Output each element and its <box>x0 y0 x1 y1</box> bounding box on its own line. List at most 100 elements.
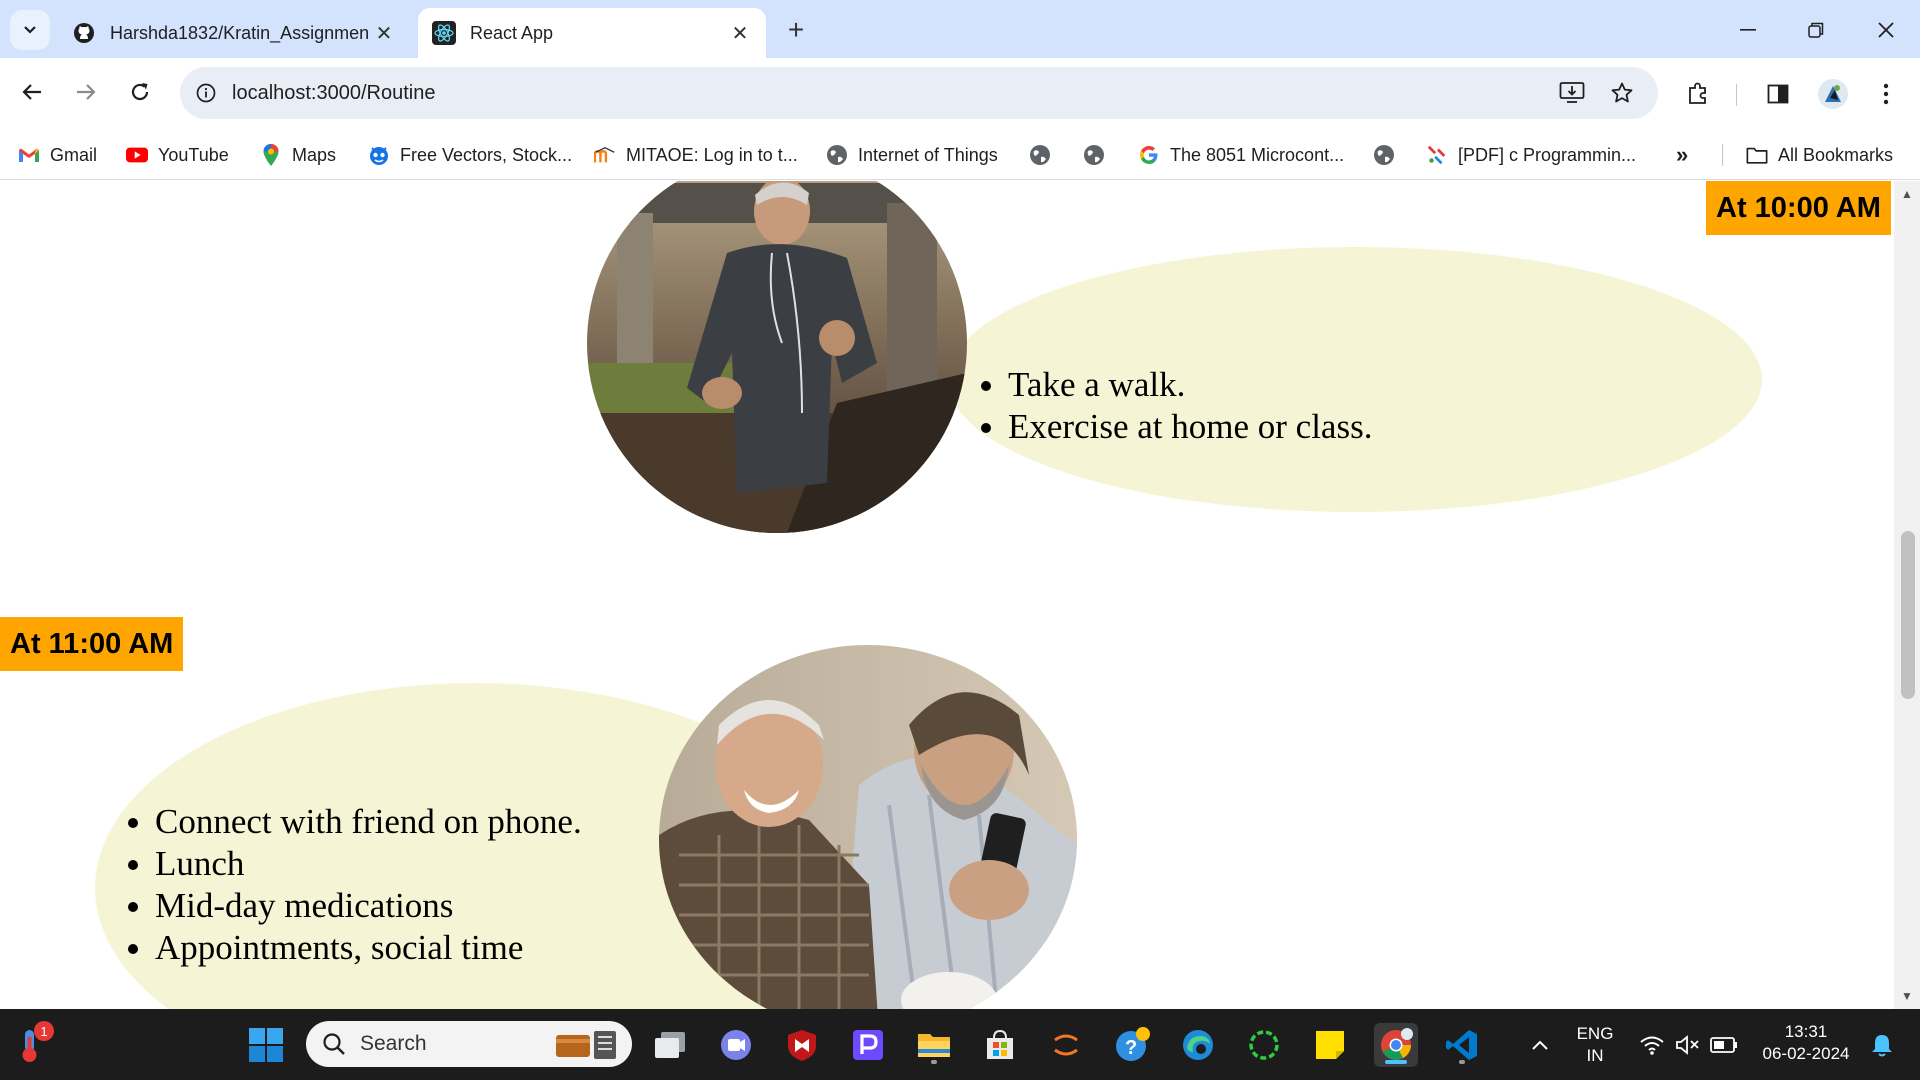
page-scrollbar[interactable]: ▲ ▼ <box>1894 181 1920 1009</box>
battery-icon[interactable] <box>1702 1023 1746 1067</box>
time-badge-11am: At 11:00 AM <box>0 617 184 671</box>
profile-avatar[interactable] <box>1813 74 1853 114</box>
moodle-icon <box>594 144 616 166</box>
bookmark-mitaoe[interactable]: MITAOE: Log in to t... <box>594 138 798 172</box>
language-code: ENG <box>1576 1024 1614 1043</box>
man-jogging-photo <box>587 181 967 533</box>
url-text: localhost:3000/Routine <box>232 81 436 104</box>
region-code: IN <box>1586 1046 1604 1065</box>
sticky-notes-icon[interactable] <box>1308 1023 1352 1067</box>
address-bar[interactable]: localhost:3000/Routine <box>180 67 1658 119</box>
close-tab-icon[interactable]: ✕ <box>728 21 752 45</box>
windows-logo-icon <box>249 1028 283 1062</box>
tab-title: React App <box>470 22 554 43</box>
bookmark-freepik[interactable]: Free Vectors, Stock... <box>368 138 572 172</box>
bookmark-youtube[interactable]: YouTube <box>126 138 229 172</box>
task-view-icon[interactable] <box>648 1023 692 1067</box>
new-tab-button[interactable]: + <box>780 14 812 46</box>
tab-github[interactable]: Harshda1832/Kratin_Assignmen ✕ <box>58 8 410 58</box>
scroll-down-arrow-icon[interactable]: ▼ <box>1894 989 1920 1003</box>
scrollbar-thumb[interactable] <box>1901 531 1915 699</box>
menu-dots-icon[interactable] <box>1866 74 1906 114</box>
chat-app-icon[interactable] <box>714 1023 758 1067</box>
close-tab-icon[interactable]: ✕ <box>372 21 396 45</box>
folder-icon <box>1746 144 1768 166</box>
bookmarks-divider <box>1722 144 1723 166</box>
back-icon[interactable] <box>14 74 50 110</box>
chrome-taskbar-icon[interactable] <box>1374 1023 1418 1067</box>
clock[interactable]: 13:31 06-02-2024 <box>1752 1021 1860 1065</box>
vscode-icon[interactable] <box>1440 1023 1484 1067</box>
bookmark-c-programming[interactable]: [PDF] c Programmin... <box>1426 138 1636 172</box>
react-icon <box>432 21 456 45</box>
youtube-icon <box>126 144 148 166</box>
activity-item: Lunch <box>155 843 582 885</box>
bookmark-8051[interactable]: The 8051 Microcont... <box>1138 138 1344 172</box>
notification-bell-icon[interactable] <box>1860 1023 1904 1067</box>
scroll-up-arrow-icon[interactable]: ▲ <box>1894 187 1920 201</box>
bookmark-label: YouTube <box>158 144 229 165</box>
microsoft-store-icon[interactable] <box>978 1023 1022 1067</box>
clock-date: 06-02-2024 <box>1762 1044 1850 1063</box>
taskbar-search-box[interactable]: Search <box>306 1021 632 1067</box>
friends-on-phone-photo <box>659 645 1077 1009</box>
maps-icon <box>260 144 282 166</box>
bookmark-gmail[interactable]: Gmail <box>18 138 97 172</box>
activity-item: Connect with friend on phone. <box>155 801 582 843</box>
freepik-icon <box>368 144 390 166</box>
pdf-bookmark-icon <box>1426 144 1448 166</box>
close-window-icon[interactable] <box>1862 8 1910 52</box>
activity-list-11am: Connect with friend on phone. Lunch Mid-… <box>125 801 582 969</box>
bookmark-star-icon[interactable] <box>1604 75 1640 111</box>
bookmark-label: [PDF] c Programmin... <box>1458 144 1637 165</box>
bookmark-globe-3[interactable] <box>1373 138 1405 172</box>
search-icon <box>323 1033 345 1055</box>
bookmark-label: Free Vectors, Stock... <box>400 144 573 165</box>
forward-icon[interactable] <box>68 74 104 110</box>
search-placeholder: Search <box>360 1032 427 1055</box>
globe-icon <box>1083 144 1105 166</box>
google-icon <box>1138 144 1160 166</box>
show-hidden-icons-chevron[interactable] <box>1518 1023 1562 1067</box>
chevron-down-icon <box>24 26 36 34</box>
reload-icon[interactable] <box>122 74 158 110</box>
site-info-icon[interactable] <box>180 67 232 119</box>
language-indicator[interactable]: ENG IN <box>1570 1023 1620 1067</box>
toolbar-divider <box>1736 84 1737 106</box>
all-bookmarks-label: All Bookmarks <box>1778 144 1894 165</box>
svg-text:?: ? <box>1125 1037 1137 1059</box>
minimize-icon[interactable] <box>1724 8 1772 52</box>
globe-icon <box>1373 144 1395 166</box>
bookmark-iot[interactable]: Internet of Things <box>826 138 998 172</box>
extensions-icon[interactable] <box>1678 74 1718 114</box>
search-highlight-icon <box>556 1031 616 1059</box>
tab-strip: Harshda1832/Kratin_Assignmen ✕ React App… <box>0 0 1920 58</box>
install-app-icon[interactable] <box>1554 75 1590 111</box>
sync-app-icon[interactable] <box>1242 1023 1286 1067</box>
file-explorer-icon[interactable] <box>912 1023 956 1067</box>
page-viewport: Take a walk. Exercise at home or class. … <box>0 181 1894 1009</box>
restore-icon[interactable] <box>1792 8 1840 52</box>
tab-react-app[interactable]: React App ✕ <box>418 8 766 58</box>
mcafee-icon[interactable] <box>780 1023 824 1067</box>
more-bookmarks-icon[interactable]: » <box>1676 138 1688 172</box>
get-help-icon[interactable]: ? <box>1110 1023 1154 1067</box>
bookmark-globe-1[interactable] <box>1029 138 1061 172</box>
tab-title: Harshda1832/Kratin_Assignmen <box>110 22 370 43</box>
tab-search-button[interactable] <box>10 10 50 50</box>
bookmark-maps[interactable]: Maps <box>260 138 336 172</box>
bookmark-label: Gmail <box>50 144 98 165</box>
github-icon <box>72 21 96 45</box>
jupyter-icon[interactable] <box>1044 1023 1088 1067</box>
bookmark-globe-2[interactable] <box>1083 138 1115 172</box>
side-panel-icon[interactable] <box>1758 74 1798 114</box>
all-bookmarks-button[interactable]: All Bookmarks <box>1746 138 1893 172</box>
globe-icon <box>826 144 848 166</box>
globe-icon <box>1029 144 1051 166</box>
windows-start-button[interactable] <box>244 1023 288 1067</box>
weather-widget[interactable]: 1 <box>8 1021 54 1067</box>
proton-app-icon[interactable] <box>846 1023 890 1067</box>
edge-icon[interactable] <box>1176 1023 1220 1067</box>
activity-item: Appointments, social time <box>155 927 582 969</box>
activity-list-10am: Take a walk. Exercise at home or class. <box>978 364 1372 448</box>
